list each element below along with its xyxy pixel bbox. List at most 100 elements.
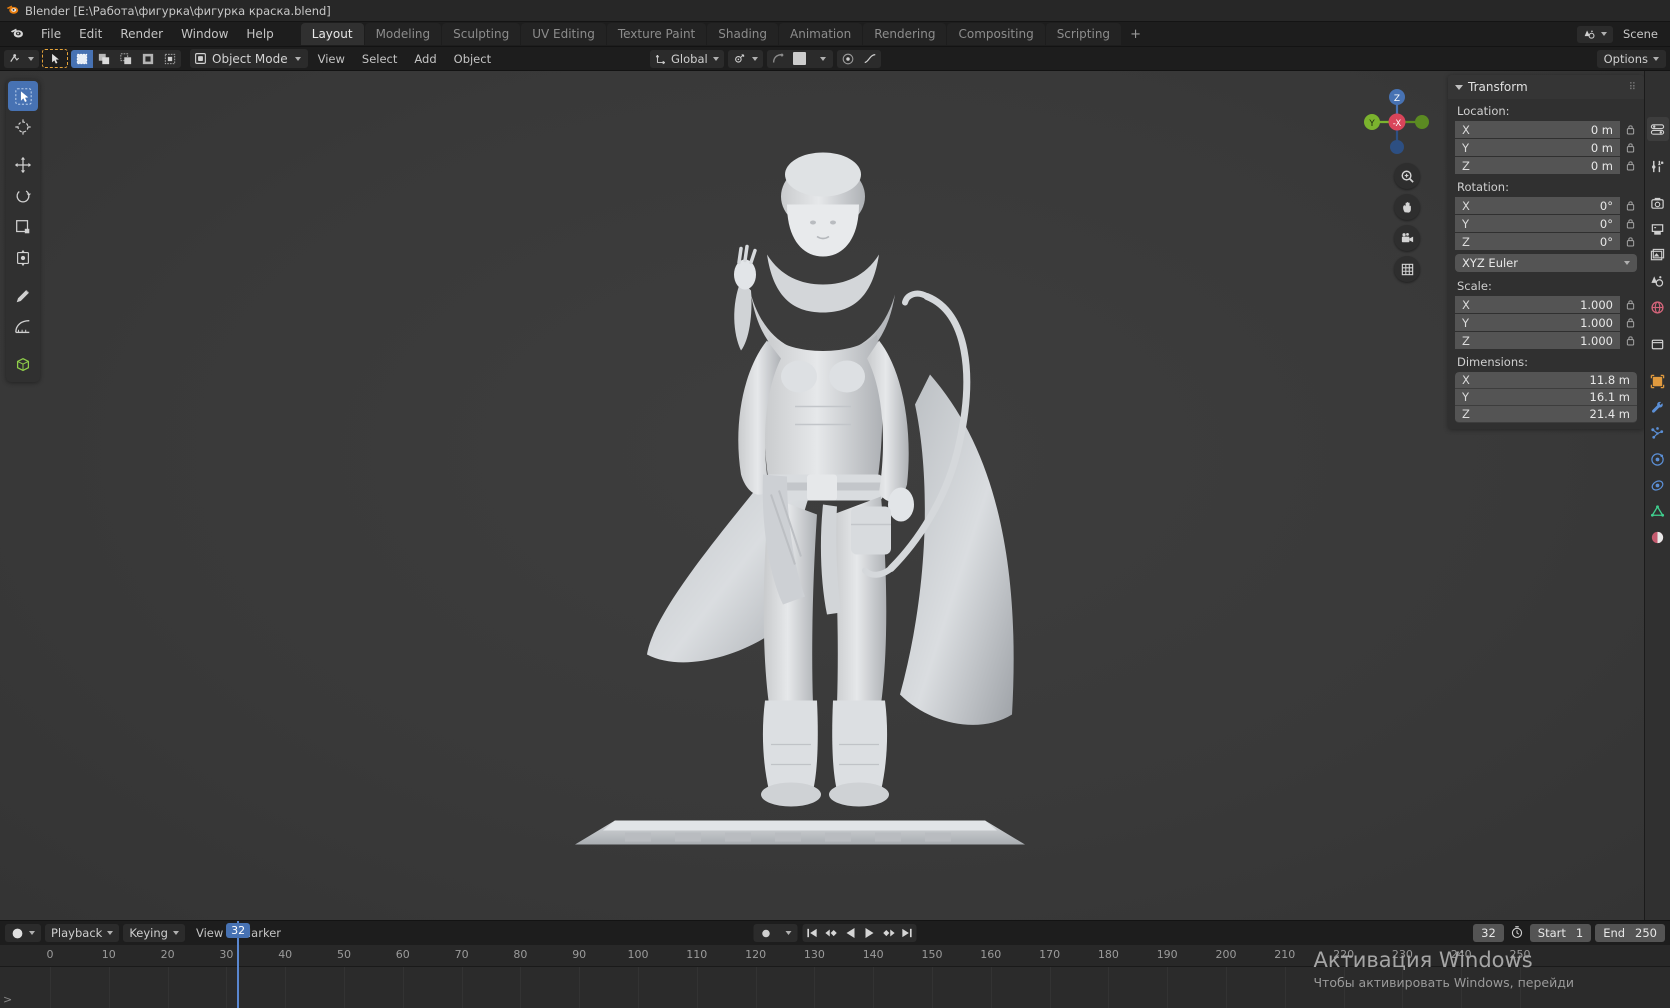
scale-z-field[interactable]: Z 1.000 — [1455, 332, 1620, 349]
tab-scripting[interactable]: Scripting — [1046, 23, 1121, 45]
blender-menu-icon[interactable] — [6, 26, 32, 43]
timeline-editor-icon[interactable] — [5, 924, 41, 942]
options-button[interactable]: Options — [1597, 50, 1666, 68]
proportional-falloff-swatch[interactable] — [789, 50, 811, 68]
menu-file[interactable]: File — [32, 24, 70, 44]
proportional-editing-icon[interactable] — [767, 50, 789, 68]
move-tool[interactable] — [8, 150, 38, 180]
tab-layout[interactable]: Layout — [301, 23, 364, 45]
end-frame-field[interactable]: End 250 — [1595, 924, 1665, 942]
chevron-down-icon[interactable] — [811, 50, 833, 68]
scene-tab-icon[interactable] — [1647, 243, 1669, 267]
snapping-button[interactable] — [728, 50, 763, 68]
dimensions-z-field[interactable]: Z 21.4 m — [1455, 406, 1637, 423]
timeline-menu-view[interactable]: View — [189, 924, 230, 942]
object-properties-tab-icon[interactable] — [1647, 369, 1669, 393]
viewport-3d[interactable]: Z Y -X Transform — [0, 71, 1670, 920]
tool-tab-icon[interactable] — [1647, 117, 1669, 141]
falloff-curve-icon[interactable] — [859, 50, 881, 68]
tweak-select-tool[interactable] — [8, 81, 38, 111]
lock-rotation-y-icon[interactable] — [1624, 216, 1637, 231]
dimensions-y-field[interactable]: Y 16.1 m — [1455, 389, 1637, 406]
auto-keying-record-icon[interactable] — [754, 924, 778, 942]
scale-y-field[interactable]: Y 1.000 — [1455, 314, 1620, 331]
playhead-frame-label[interactable]: 32 — [226, 923, 250, 938]
play-button[interactable] — [860, 924, 879, 942]
jump-to-start-button[interactable] — [803, 924, 822, 942]
location-x-field[interactable]: X 0 m — [1455, 121, 1620, 138]
zoom-icon[interactable] — [1394, 163, 1420, 189]
current-frame-field[interactable]: 32 — [1473, 924, 1504, 942]
select-extend-icon[interactable] — [93, 50, 115, 68]
view-layer-tab-icon[interactable] — [1647, 217, 1669, 241]
lock-scale-z-icon[interactable] — [1624, 333, 1637, 348]
material-tab-icon[interactable] — [1647, 525, 1669, 549]
add-cube-tool[interactable] — [8, 350, 38, 380]
cursor-tool[interactable] — [8, 112, 38, 142]
select-subtract-icon[interactable] — [115, 50, 137, 68]
render-tab-icon[interactable] — [1647, 154, 1669, 178]
world-tab-icon[interactable] — [1647, 269, 1669, 293]
select-invert-icon[interactable] — [137, 50, 159, 68]
tweak-mode-icon[interactable] — [42, 49, 68, 68]
lock-rotation-z-icon[interactable] — [1624, 234, 1637, 249]
camera-icon[interactable] — [1394, 225, 1420, 251]
tab-compositing[interactable]: Compositing — [947, 23, 1044, 45]
select-set-icon[interactable] — [71, 50, 93, 68]
timeline-menu-keying[interactable]: Keying — [123, 924, 185, 942]
tab-animation[interactable]: Animation — [779, 23, 862, 45]
play-reverse-button[interactable] — [841, 924, 860, 942]
proportional-size-icon[interactable] — [837, 50, 859, 68]
menu-window[interactable]: Window — [172, 24, 237, 44]
menu-help[interactable]: Help — [237, 24, 282, 44]
scene-name-field[interactable]: Scene — [1617, 27, 1658, 41]
dimensions-x-field[interactable]: X 11.8 m — [1455, 372, 1637, 389]
scene-browse-button[interactable] — [1577, 26, 1613, 43]
viewport-menu-view[interactable]: View — [311, 50, 352, 68]
annotate-tool[interactable] — [8, 281, 38, 311]
object-tab-icon[interactable] — [1647, 332, 1669, 356]
timeline-ruler[interactable]: 0102030405060708090100110120130140150160… — [0, 945, 1670, 967]
chevron-down-icon[interactable] — [778, 924, 798, 942]
transform-orientation-selector[interactable]: Global — [650, 50, 724, 68]
frame-range-icon[interactable] — [1508, 925, 1526, 942]
lock-location-z-icon[interactable] — [1624, 158, 1637, 173]
timeline-track-area[interactable]: > — [0, 967, 1670, 1008]
data-tab-icon[interactable] — [1647, 499, 1669, 523]
rotation-y-field[interactable]: Y 0° — [1455, 215, 1620, 232]
navigation-gizmo[interactable]: Z Y -X — [1360, 85, 1434, 159]
collection-tab-icon[interactable] — [1647, 295, 1669, 319]
start-frame-field[interactable]: Start 1 — [1530, 924, 1591, 942]
previous-keyframe-button[interactable] — [822, 924, 841, 942]
particles-tab-icon[interactable] — [1647, 421, 1669, 445]
lock-scale-y-icon[interactable] — [1624, 315, 1637, 330]
lock-scale-x-icon[interactable] — [1624, 297, 1637, 312]
measure-tool[interactable] — [8, 312, 38, 342]
mode-selector[interactable]: Object Mode — [190, 49, 308, 68]
model-figure[interactable] — [555, 144, 1115, 847]
location-z-field[interactable]: Z 0 m — [1455, 157, 1620, 174]
scale-x-field[interactable]: X 1.000 — [1455, 296, 1620, 313]
viewport-menu-add[interactable]: Add — [407, 50, 443, 68]
rotate-tool[interactable] — [8, 181, 38, 211]
viewport-menu-object[interactable]: Object — [447, 50, 498, 68]
tab-texture-paint[interactable]: Texture Paint — [607, 23, 706, 45]
tab-uv-editing[interactable]: UV Editing — [521, 23, 606, 45]
lock-rotation-x-icon[interactable] — [1624, 198, 1637, 213]
tab-modeling[interactable]: Modeling — [365, 23, 442, 45]
rotation-mode-dropdown[interactable]: XYZ Euler — [1455, 254, 1637, 272]
menu-render[interactable]: Render — [111, 24, 172, 44]
location-y-field[interactable]: Y 0 m — [1455, 139, 1620, 156]
grid-ortho-icon[interactable] — [1394, 256, 1420, 282]
tab-sculpting[interactable]: Sculpting — [442, 23, 520, 45]
select-intersect-icon[interactable] — [159, 50, 181, 68]
rotation-x-field[interactable]: X 0° — [1455, 197, 1620, 214]
timeline-menu-playback[interactable]: Playback — [45, 924, 119, 942]
transform-panel-header[interactable]: Transform ⠿ — [1448, 75, 1644, 99]
modifier-tab-icon[interactable] — [1647, 395, 1669, 419]
menu-edit[interactable]: Edit — [70, 24, 111, 44]
constraints-tab-icon[interactable] — [1647, 473, 1669, 497]
rotation-z-field[interactable]: Z 0° — [1455, 233, 1620, 250]
expand-channels-icon[interactable]: > — [3, 993, 12, 1006]
add-workspace-button[interactable]: + — [1122, 24, 1149, 45]
